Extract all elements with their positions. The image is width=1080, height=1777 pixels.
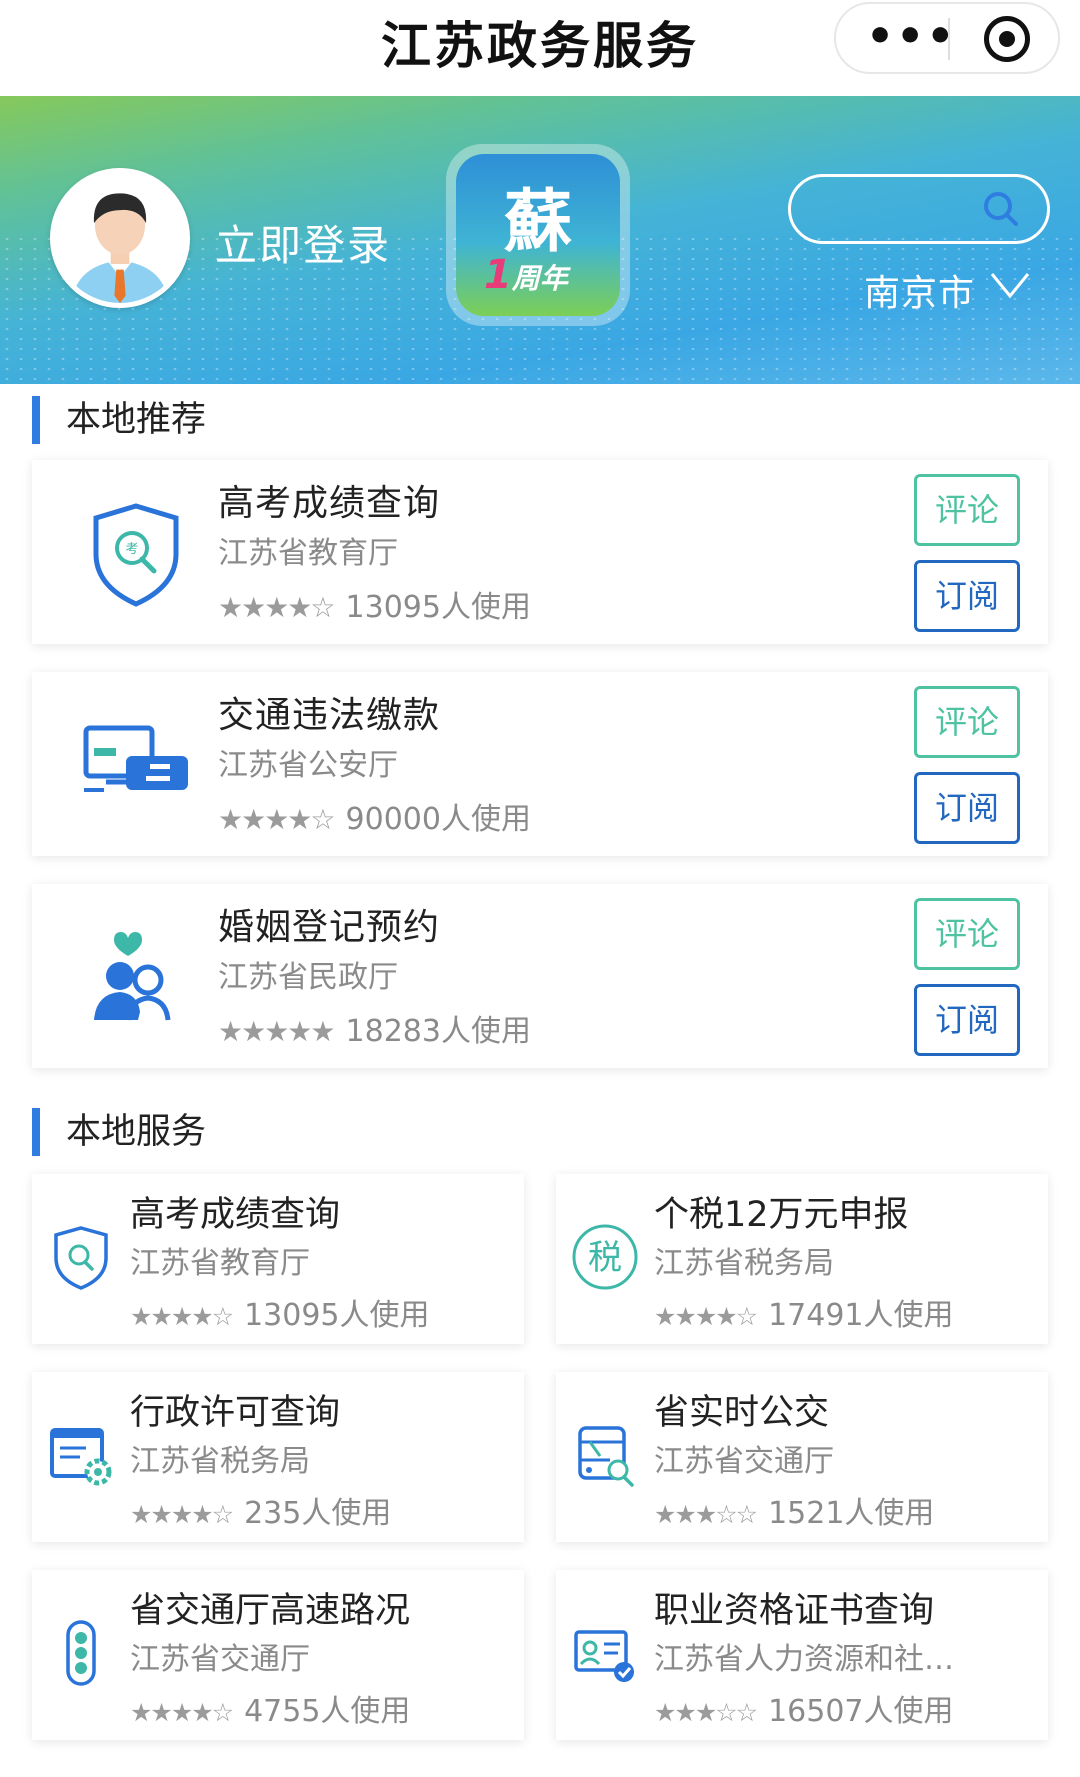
usage-count: 13095人使用 bbox=[345, 590, 531, 625]
service-dept: 江苏省税务局 bbox=[130, 1444, 310, 1479]
subscribe-button[interactable]: 订阅 bbox=[914, 984, 1020, 1056]
service-name: 个税12万元申报 bbox=[654, 1195, 909, 1235]
city-selector[interactable]: 南京市 bbox=[864, 264, 975, 316]
service-dept: 江苏省教育厅 bbox=[218, 536, 398, 571]
subscribe-button[interactable]: 订阅 bbox=[914, 772, 1020, 844]
rating-stars: ★★★☆☆ bbox=[654, 1500, 758, 1529]
chevron-down-icon[interactable] bbox=[988, 268, 1032, 302]
service-card[interactable]: 行政许可查询 江苏省税务局 ★★★★☆ 235人使用 bbox=[32, 1372, 524, 1542]
comment-button[interactable]: 评论 bbox=[914, 686, 1020, 758]
usage-count: 18283人使用 bbox=[345, 1014, 531, 1049]
user-avatar-icon bbox=[55, 173, 185, 303]
app-logo: 蘇 1周年 bbox=[446, 144, 630, 326]
rating-stars: ★★★★☆ bbox=[130, 1500, 234, 1529]
tax-icon: 税 bbox=[572, 1224, 638, 1290]
marriage-icon bbox=[94, 932, 171, 1021]
rating-stars: ★★★★☆ bbox=[130, 1698, 234, 1727]
logo-character: 蘇 bbox=[503, 182, 572, 262]
title-bar: 江苏政务服务 ••• bbox=[0, 0, 1080, 96]
service-card[interactable]: 税 个税12万元申报 江苏省税务局 ★★★★☆ 17491人使用 bbox=[556, 1174, 1048, 1344]
logo-anniversary: 1周年 bbox=[484, 252, 568, 298]
license-gear-icon bbox=[50, 1428, 112, 1486]
service-meta: ★★★★☆ 235人使用 bbox=[130, 1488, 391, 1532]
logo-anniversary-number: 1 bbox=[484, 252, 512, 298]
usage-count: 16507人使用 bbox=[768, 1694, 954, 1729]
traffic-light-icon bbox=[66, 1620, 96, 1686]
usage-count: 90000人使用 bbox=[345, 802, 531, 837]
comment-button[interactable]: 评论 bbox=[914, 474, 1020, 546]
search-icon[interactable] bbox=[981, 189, 1021, 229]
service-card[interactable]: 省交通厅高速路况 江苏省交通厅 ★★★★☆ 4755人使用 bbox=[32, 1570, 524, 1740]
section-title-services: 本地服务 bbox=[32, 1106, 206, 1158]
service-name: 职业资格证书查询 bbox=[654, 1591, 935, 1631]
rating-stars: ★★★★★ bbox=[218, 1015, 336, 1048]
subscribe-button[interactable]: 订阅 bbox=[914, 560, 1020, 632]
rating-stars: ★★★★☆ bbox=[130, 1302, 234, 1331]
service-dept: 江苏省税务局 bbox=[654, 1246, 834, 1281]
exam-shield-icon: 考 bbox=[93, 503, 179, 607]
rating-stars: ★★★☆☆ bbox=[654, 1698, 758, 1727]
service-name: 高考成绩查询 bbox=[218, 483, 441, 524]
usage-count: 1521人使用 bbox=[768, 1496, 935, 1531]
capsule-divider bbox=[948, 18, 950, 60]
logo-anniversary-text: 周年 bbox=[511, 262, 568, 295]
recommend-card[interactable]: 婚姻登记预约 江苏省民政厅 ★★★★★ 18283人使用 评论 订阅 bbox=[32, 884, 1048, 1068]
login-link[interactable]: 立即登录 bbox=[215, 212, 391, 273]
rating-stars: ★★★★☆ bbox=[654, 1302, 758, 1331]
service-meta: ★★★★☆ 17491人使用 bbox=[654, 1290, 954, 1334]
service-meta: ★★★☆☆ 1521人使用 bbox=[654, 1488, 934, 1532]
service-card[interactable]: 高考成绩查询 江苏省教育厅 ★★★★☆ 13095人使用 bbox=[32, 1174, 524, 1344]
service-meta: ★★★★☆ 13095人使用 bbox=[218, 582, 531, 626]
exam-shield-icon bbox=[54, 1226, 108, 1290]
recommend-card[interactable]: 考 高考成绩查询 江苏省教育厅 ★★★★☆ 13095人使用 评论 订阅 bbox=[32, 460, 1048, 644]
comment-button[interactable]: 评论 bbox=[914, 898, 1020, 970]
svg-text:考: 考 bbox=[125, 542, 138, 557]
service-name: 省交通厅高速路况 bbox=[130, 1591, 411, 1631]
service-dept: 江苏省民政厅 bbox=[218, 960, 398, 995]
usage-count: 13095人使用 bbox=[244, 1298, 430, 1333]
service-dept: 江苏省教育厅 bbox=[130, 1246, 310, 1281]
service-meta: ★★★★☆ 13095人使用 bbox=[130, 1290, 430, 1334]
service-meta: ★★★★★ 18283人使用 bbox=[218, 1006, 531, 1050]
certificate-icon bbox=[574, 1630, 634, 1682]
service-card[interactable]: 省实时公交 江苏省交通厅 ★★★☆☆ 1521人使用 bbox=[556, 1372, 1048, 1542]
service-meta: ★★★★☆ 90000人使用 bbox=[218, 794, 531, 838]
usage-count: 17491人使用 bbox=[768, 1298, 954, 1333]
service-dept: 江苏省交通厅 bbox=[130, 1642, 310, 1677]
service-name: 行政许可查询 bbox=[130, 1393, 341, 1433]
tax-icon-text: 税 bbox=[588, 1238, 622, 1278]
usage-count: 235人使用 bbox=[244, 1496, 392, 1531]
usage-count: 4755人使用 bbox=[244, 1694, 411, 1729]
service-name: 省实时公交 bbox=[654, 1393, 830, 1433]
bus-search-icon bbox=[578, 1426, 634, 1487]
section-title-recommend: 本地推荐 bbox=[32, 394, 206, 446]
avatar[interactable] bbox=[50, 168, 190, 308]
rating-stars: ★★★★☆ bbox=[218, 591, 336, 624]
service-dept: 江苏省交通厅 bbox=[654, 1444, 834, 1479]
rating-stars: ★★★★☆ bbox=[218, 803, 336, 836]
service-dept: 江苏省人力资源和社… bbox=[654, 1642, 954, 1677]
recommend-card[interactable]: 交通违法缴款 江苏省公安厅 ★★★★☆ 90000人使用 评论 订阅 bbox=[32, 672, 1048, 856]
close-target-icon[interactable] bbox=[984, 16, 1030, 62]
header-banner: 立即登录 蘇 1周年 南京市 bbox=[0, 96, 1080, 384]
service-card[interactable]: 职业资格证书查询 江苏省人力资源和社… ★★★☆☆ 16507人使用 bbox=[556, 1570, 1048, 1740]
service-name: 婚姻登记预约 bbox=[218, 907, 441, 948]
service-meta: ★★★☆☆ 16507人使用 bbox=[654, 1686, 954, 1730]
service-name: 交通违法缴款 bbox=[218, 695, 441, 736]
service-meta: ★★★★☆ 4755人使用 bbox=[130, 1686, 410, 1730]
search-input[interactable] bbox=[788, 174, 1050, 244]
service-name: 高考成绩查询 bbox=[130, 1195, 341, 1235]
traffic-payment-icon bbox=[83, 725, 188, 792]
mini-program-capsule: ••• bbox=[834, 2, 1060, 74]
more-icon[interactable]: ••• bbox=[866, 14, 954, 64]
service-dept: 江苏省公安厅 bbox=[218, 748, 398, 783]
